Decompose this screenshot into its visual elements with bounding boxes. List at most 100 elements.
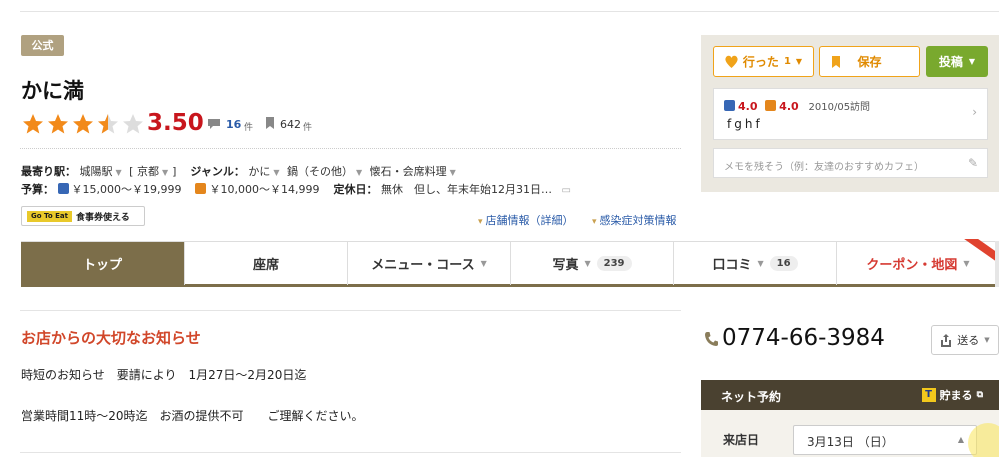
review-unit: 件	[244, 123, 254, 133]
visit-date: 2010/05訪問	[808, 102, 871, 113]
shop-name: かに満	[21, 79, 84, 103]
official-badge: 公式	[21, 35, 64, 56]
tpoint-logo-icon: T	[921, 388, 936, 402]
bookmark-unit: 件	[303, 123, 313, 133]
gotoeat-badge: Go To Eat 食事券使える	[21, 206, 145, 226]
star-icon	[48, 114, 68, 134]
holiday-label: 定休日：	[333, 183, 378, 196]
station-label: 最寄り駅：	[21, 165, 76, 178]
share-icon	[941, 333, 952, 347]
phone-number: 0774-66-3984	[722, 325, 885, 351]
lunch-score: 4.0	[779, 100, 799, 113]
visit-note: fghf	[727, 117, 763, 131]
net-reservation-header: ネット予約 T 貯まる ⧉	[701, 380, 999, 410]
memo-input[interactable]: メモを残そう（例：友達のおすすめカフェ） ✎	[713, 148, 988, 178]
memo-placeholder: メモを残そう（例：友達のおすすめカフェ）	[724, 162, 924, 173]
area-link[interactable]: 京都	[137, 165, 159, 178]
station-genre-line: 最寄り駅： 城陽駅 ▼ [ 京都 ▼] ジャンル： かに ▼ 鍋（その他） ▼ 懐石・会…	[21, 163, 460, 179]
rating-stars	[21, 112, 145, 136]
shop-info-link[interactable]: ▾ 店舗情報（詳細）	[478, 212, 574, 228]
lunch-icon	[765, 100, 777, 111]
area-bracket-open: [	[129, 165, 134, 178]
bookmark-icon	[266, 117, 274, 129]
chevron-down-icon: ▼	[757, 259, 764, 268]
send-button[interactable]: 送る ▼	[931, 325, 999, 355]
arrow-down-icon: ▾	[478, 217, 483, 227]
tab-reviews[interactable]: 口コミ ▼ 16	[674, 242, 837, 285]
genre-link-3[interactable]: 懐石・会席料理	[370, 165, 447, 178]
budget-dinner: ￥15,000～￥19,999	[71, 183, 182, 196]
chevron-down-icon: ▼	[584, 259, 591, 268]
budget-lunch: ￥10,000～￥14,999	[209, 183, 320, 196]
caret-up-icon: ▲	[957, 435, 964, 444]
speech-icon[interactable]: ▭	[561, 185, 570, 196]
chevron-down-icon: ▼	[356, 168, 363, 177]
chevron-down-icon: ▼	[795, 57, 803, 66]
photo-count-badge: 239	[596, 256, 632, 271]
review-count[interactable]: 16	[226, 118, 241, 131]
holiday-value: 無休 但し、年末年始12月31日…	[380, 183, 552, 196]
notice-line-2: 営業時間11時～20時迄 お酒の提供不可 ご理解ください。	[21, 409, 364, 423]
chevron-right-icon: ›	[972, 105, 977, 119]
went-button[interactable]: 行った 1 ▼	[713, 46, 814, 77]
dinner-score: 4.0	[738, 100, 758, 113]
genre-link-1[interactable]: かに	[248, 165, 270, 178]
visit-date-select[interactable]: 3月13日 （日） ▲	[793, 425, 977, 455]
arrow-down-icon: ▾	[592, 217, 597, 227]
visit-date-label: 来店日	[723, 433, 760, 447]
chevron-down-icon: ▼	[449, 168, 456, 177]
tab-seats[interactable]: 座席	[185, 242, 348, 285]
rating-value: 3.50	[147, 110, 204, 136]
chevron-down-icon: ▼	[968, 57, 976, 66]
review-count-badge: 16	[769, 256, 798, 271]
star-icon	[23, 114, 43, 134]
chevron-down-icon: ▼	[984, 336, 990, 344]
lunch-icon	[195, 183, 207, 194]
covid-info-link[interactable]: ▾ 感染症対策情報	[592, 212, 677, 228]
chevron-down-icon: ▼	[115, 168, 122, 177]
bottom-divider	[20, 452, 681, 453]
star-half-icon	[98, 114, 118, 134]
notice-title: お店からの大切なお知らせ	[21, 329, 201, 347]
tab-photos[interactable]: 写真 ▼ 239	[511, 242, 674, 285]
dinner-icon	[724, 100, 735, 111]
comment-icon	[208, 119, 220, 129]
genre-link-2[interactable]: 鍋（その他）	[287, 165, 353, 178]
gotoeat-logo: Go To Eat	[27, 211, 72, 222]
reservation-form: 来店日 3月13日 （日） ▲	[701, 410, 999, 457]
bookmark-count: 642	[280, 118, 301, 131]
save-button[interactable]: 保存	[819, 46, 920, 77]
genre-label: ジャンル：	[190, 165, 245, 178]
window-icon: ⧉	[976, 390, 983, 400]
ribbon-decoration	[964, 239, 999, 275]
budget-label: 予算：	[21, 183, 54, 196]
station-link[interactable]: 城陽駅	[80, 165, 113, 178]
visit-record-card[interactable]: 4.0 4.0 2010/05訪問 fghf ›	[713, 88, 988, 140]
section-divider	[20, 310, 681, 311]
star-empty-icon	[123, 114, 143, 134]
scrollbar[interactable]	[995, 241, 999, 287]
budget-line: 予算： ￥15,000～￥19,999 ￥10,000～￥14,999 定休日：…	[21, 181, 571, 197]
top-divider	[20, 11, 999, 12]
tpoint-info[interactable]: T 貯まる ⧉	[921, 387, 983, 403]
pencil-icon: ✎	[967, 156, 978, 170]
chevron-down-icon: ▼	[480, 259, 487, 268]
net-reservation-title: ネット予約	[721, 390, 782, 404]
chevron-down-icon: ▼	[273, 168, 280, 177]
chevron-down-icon: ▼	[161, 168, 169, 177]
tab-coupon-map[interactable]: クーポン・地図 ▼	[837, 242, 999, 285]
notice-line-1: 時短のお知らせ 要請により 1月27日～2月20日迄	[21, 368, 307, 382]
gotoeat-text: 食事券使える	[76, 213, 130, 223]
bookmark-icon	[832, 56, 840, 68]
cursor-highlight	[968, 423, 999, 457]
went-count: 1	[783, 56, 791, 67]
dinner-icon	[57, 183, 69, 194]
tab-menu[interactable]: メニュー・コース ▼	[348, 242, 511, 285]
nav-tabs: トップ 座席 メニュー・コース ▼ 写真 ▼ 239 口コミ ▼ 16 クーポン・地図 ▼	[21, 241, 999, 287]
phone-icon	[705, 332, 718, 346]
post-button[interactable]: 投稿 ▼	[926, 46, 988, 77]
info-divider	[20, 148, 681, 149]
heart-pin-icon	[725, 55, 738, 68]
tab-top[interactable]: トップ	[21, 242, 185, 285]
area-bracket-close: ]	[172, 165, 177, 178]
